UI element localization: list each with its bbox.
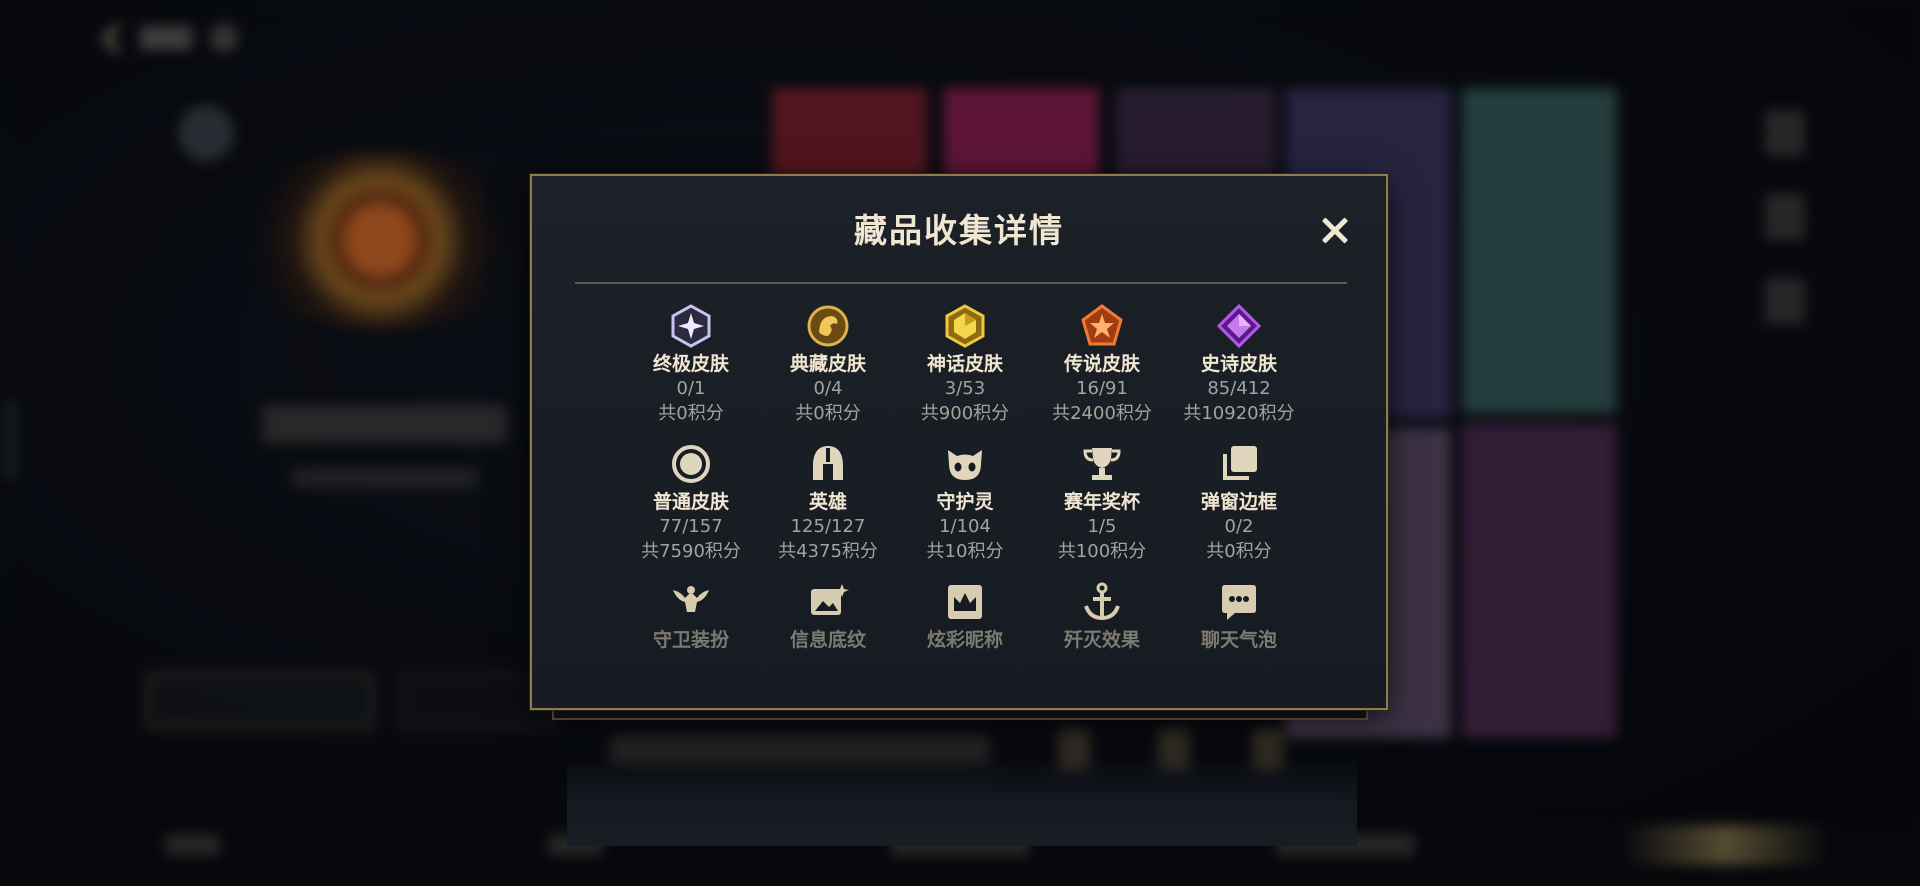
item-points: 共0积分 bbox=[658, 403, 724, 424]
collection-details-modal: 藏品收集详情 终极皮肤 0/1 共0积分 典藏皮肤 0/4 共0积分 神话皮肤 … bbox=[530, 174, 1388, 846]
item-count: 1/104 bbox=[939, 516, 991, 537]
ultimate-skin-icon bbox=[671, 304, 711, 348]
item-label: 英雄 bbox=[808, 491, 847, 513]
collection-item-guardian[interactable]: 守护灵 1/104 共10积分 bbox=[897, 442, 1033, 564]
collection-item-chat-bubble[interactable]: 聊天气泡 bbox=[1171, 580, 1307, 652]
epic-skin-icon bbox=[1217, 304, 1261, 348]
legendary-skin-icon bbox=[1081, 304, 1123, 346]
item-count: 0/2 bbox=[1224, 516, 1254, 537]
collection-item-nickname[interactable]: 炫彩昵称 bbox=[897, 580, 1033, 652]
item-count: 77/157 bbox=[659, 516, 723, 537]
item-label: 普通皮肤 bbox=[652, 491, 729, 513]
ace-effect-icon bbox=[1084, 582, 1120, 621]
standard-skin-icon bbox=[672, 445, 710, 483]
item-label: 史诗皮肤 bbox=[1200, 353, 1277, 375]
item-count: 16/91 bbox=[1076, 378, 1128, 399]
collection-item-epic-skin[interactable]: 史诗皮肤 85/412 共10920积分 bbox=[1171, 304, 1307, 426]
item-label: 歼灭效果 bbox=[1063, 629, 1140, 651]
guardian-spirit-icon bbox=[948, 450, 982, 480]
item-label: 守护灵 bbox=[936, 491, 994, 513]
item-label: 炫彩昵称 bbox=[926, 629, 1003, 651]
item-points: 共100积分 bbox=[1057, 541, 1147, 562]
item-count: 3/53 bbox=[944, 378, 986, 399]
collection-item-ace-effect[interactable]: 歼灭效果 bbox=[1034, 580, 1170, 652]
item-label: 聊天气泡 bbox=[1200, 629, 1277, 651]
item-label: 赛年奖杯 bbox=[1063, 491, 1140, 513]
item-count: 0/1 bbox=[676, 378, 706, 399]
collection-item-season-trophy[interactable]: 赛年奖杯 1/5 共100积分 bbox=[1034, 442, 1170, 564]
item-points: 共4375积分 bbox=[778, 541, 878, 562]
item-points: 共10积分 bbox=[926, 541, 1004, 562]
item-label: 信息底纹 bbox=[789, 629, 866, 651]
item-label: 终极皮肤 bbox=[652, 353, 729, 375]
season-trophy-icon bbox=[1083, 448, 1121, 480]
info-background-icon bbox=[811, 584, 849, 615]
item-points: 共7590积分 bbox=[641, 541, 741, 562]
collection-row: 普通皮肤 77/157 共7590积分 英雄 125/127 共4375积分 守… bbox=[567, 442, 1357, 580]
item-points: 共2400积分 bbox=[1052, 403, 1152, 424]
item-points: 共900积分 bbox=[920, 403, 1010, 424]
collection-item-legendary-skin[interactable]: 传说皮肤 16/91 共2400积分 bbox=[1034, 304, 1170, 426]
modal-title: 藏品收集详情 bbox=[854, 211, 1064, 250]
nickname-crown-icon bbox=[948, 585, 982, 619]
title-divider bbox=[575, 282, 1347, 284]
collection-row: 守卫装扮 信息底纹 炫彩昵称 歼灭效果 聊天气泡 bbox=[567, 580, 1357, 660]
collection-item-ward-skin[interactable]: 守卫装扮 bbox=[623, 580, 759, 652]
scroll-fade-overlay bbox=[567, 756, 1357, 846]
collection-item-popup-frame[interactable]: 弹窗边框 0/2 共0积分 bbox=[1171, 442, 1307, 564]
item-count: 85/412 bbox=[1207, 378, 1271, 399]
collection-item-mythic-skin[interactable]: 神话皮肤 3/53 共900积分 bbox=[897, 304, 1033, 426]
item-label: 典藏皮肤 bbox=[789, 353, 866, 375]
close-button[interactable] bbox=[1316, 212, 1354, 250]
item-count: 1/5 bbox=[1087, 516, 1117, 537]
item-points: 共10920积分 bbox=[1183, 403, 1295, 424]
chat-bubble-icon bbox=[1222, 585, 1256, 620]
popup-frame-icon bbox=[1223, 446, 1257, 480]
item-label: 守卫装扮 bbox=[652, 629, 729, 651]
collection-item-prestige-skin[interactable]: 典藏皮肤 0/4 共0积分 bbox=[760, 304, 896, 426]
mythic-skin-icon bbox=[945, 304, 985, 348]
collection-item-champion[interactable]: 英雄 125/127 共4375积分 bbox=[760, 442, 896, 564]
item-points: 共0积分 bbox=[1206, 541, 1272, 562]
collection-row: 终极皮肤 0/1 共0积分 典藏皮肤 0/4 共0积分 神话皮肤 3/53 共9… bbox=[567, 304, 1357, 442]
item-points: 共0积分 bbox=[795, 403, 861, 424]
prestige-skin-icon bbox=[807, 305, 849, 347]
collection-item-ultimate-skin[interactable]: 终极皮肤 0/1 共0积分 bbox=[623, 304, 759, 426]
champion-helmet-icon bbox=[813, 446, 843, 480]
collection-item-info-background[interactable]: 信息底纹 bbox=[760, 580, 896, 652]
ward-skin-icon bbox=[673, 586, 709, 612]
item-count: 125/127 bbox=[790, 516, 866, 537]
item-label: 传说皮肤 bbox=[1063, 353, 1140, 375]
collection-item-standard-skin[interactable]: 普通皮肤 77/157 共7590积分 bbox=[623, 442, 759, 564]
item-label: 神话皮肤 bbox=[926, 353, 1003, 375]
item-label: 弹窗边框 bbox=[1200, 491, 1277, 513]
collection-grid: 终极皮肤 0/1 共0积分 典藏皮肤 0/4 共0积分 神话皮肤 3/53 共9… bbox=[567, 304, 1357, 660]
item-count: 0/4 bbox=[813, 378, 843, 399]
